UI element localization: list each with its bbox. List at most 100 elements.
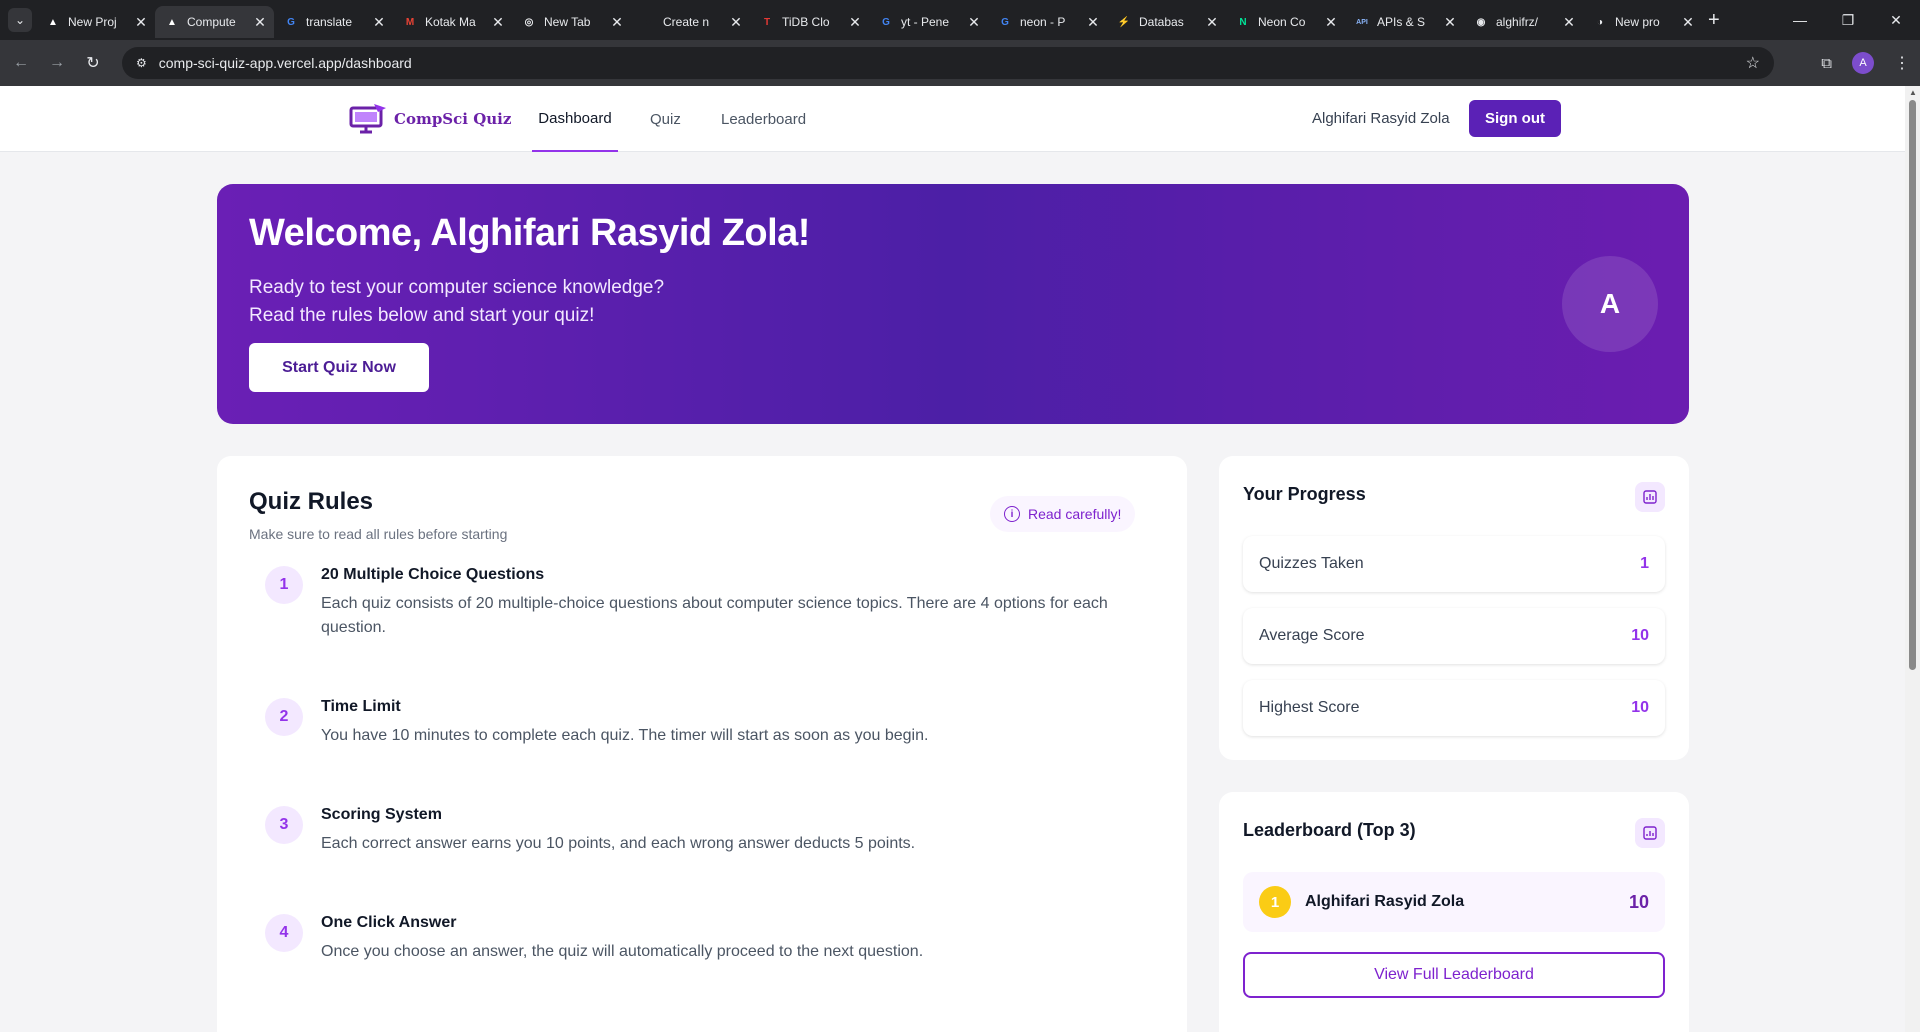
read-carefully-label: Read carefully!	[1028, 506, 1122, 522]
tab-close-icon[interactable]: ✕	[1680, 14, 1696, 31]
leaderboard-score: 10	[1628, 891, 1649, 912]
site-info-icon[interactable]: ⚙	[136, 56, 147, 70]
tab-close-icon[interactable]: ✕	[490, 14, 506, 31]
tab-favicon-icon: ◑	[1596, 16, 1604, 28]
rule-number: 2	[265, 698, 303, 736]
stat-highest-score: Highest Score 10	[1243, 680, 1665, 736]
rule-description: Each correct answer earns you 10 points,…	[321, 835, 916, 852]
page-scrollbar[interactable]: ▲	[1905, 86, 1920, 1032]
tab-favicon-icon: ●	[644, 16, 652, 28]
back-icon[interactable]: ←	[6, 54, 36, 72]
tab-list: ▲ New Proj ✕ ▲ Compute ✕ Gtranslate ✕ M Kotak Ma ✕…	[36, 2, 1702, 38]
tab-favicon-icon: API	[1356, 18, 1368, 26]
browser-tab[interactable]: ◑ New pro ✕	[1583, 6, 1702, 38]
browser-tab[interactable]: Gneon - P ✕	[988, 6, 1107, 38]
page-viewport: CompSci Quiz Dashboard Quiz Leaderboard …	[0, 86, 1905, 1032]
tab-favicon-icon: M	[405, 16, 415, 28]
tab-close-icon[interactable]: ✕	[1085, 14, 1101, 31]
tab-close-icon[interactable]: ✕	[1561, 14, 1577, 31]
browser-menu-icon[interactable]: ⋮	[1894, 53, 1910, 73]
header-user-name: Alghifari Rasyid Zola	[1312, 110, 1450, 127]
tab-title: TiDB Clo	[782, 15, 830, 29]
tab-close-icon[interactable]: ✕	[1323, 14, 1339, 31]
leaderboard-entry: 1 Alghifari Rasyid Zola 10	[1243, 872, 1665, 932]
tab-title: Create n	[663, 15, 710, 29]
tab-favicon-icon: G	[287, 16, 295, 28]
browser-tab[interactable]: N Neon Co ✕	[1226, 6, 1345, 38]
welcome-title: Welcome, Alghifari Rasyid Zola!	[249, 212, 810, 254]
browser-tab[interactable]: ● Create n ✕	[631, 6, 750, 38]
browser-tab[interactable]: Gyt - Pene ✕	[869, 6, 988, 38]
browser-tab[interactable]: ▲ Compute ✕	[155, 6, 274, 38]
stat-value: 1	[1640, 555, 1649, 572]
restore-icon[interactable]: ❐	[1824, 12, 1872, 29]
tab-favicon-icon: N	[1239, 16, 1247, 28]
tab-close-icon[interactable]: ✕	[1442, 14, 1458, 31]
tab-favicon-icon: ▲	[167, 16, 177, 28]
bookmark-star-icon[interactable]: ☆	[1746, 53, 1760, 73]
tab-close-icon[interactable]: ✕	[371, 14, 387, 31]
tab-close-icon[interactable]: ✕	[847, 14, 863, 31]
tab-title: Compute	[187, 15, 236, 29]
rule-title: Scoring System	[321, 806, 442, 823]
nav-dashboard[interactable]: Dashboard	[532, 86, 618, 152]
browser-tab[interactable]: ⚡ Databas ✕	[1107, 6, 1226, 38]
tab-title: alghifrz/	[1496, 15, 1539, 29]
browser-tab[interactable]: T TiDB Clo ✕	[750, 6, 869, 38]
profile-avatar[interactable]: A	[1852, 52, 1874, 74]
quiz-rules-title: Quiz Rules	[249, 488, 374, 515]
progress-title: Your Progress	[1243, 484, 1366, 504]
scrollbar-thumb[interactable]	[1909, 100, 1916, 670]
monitor-logo-icon	[349, 104, 386, 134]
stat-value: 10	[1631, 699, 1649, 716]
tab-favicon-icon: ◉	[1476, 16, 1486, 28]
tab-favicon-icon: ◎	[524, 16, 534, 28]
tab-title: New Proj	[68, 15, 117, 29]
stat-label: Quizzes Taken	[1259, 555, 1364, 572]
tab-close-icon[interactable]: ✕	[133, 14, 149, 31]
app-header: CompSci Quiz Dashboard Quiz Leaderboard …	[0, 86, 1905, 152]
start-quiz-button[interactable]: Start Quiz Now	[249, 343, 429, 392]
tab-close-icon[interactable]: ✕	[1204, 14, 1220, 31]
tab-close-icon[interactable]: ✕	[728, 14, 744, 31]
scroll-up-icon[interactable]: ▲	[1909, 88, 1917, 97]
sign-out-button[interactable]: Sign out	[1469, 100, 1561, 137]
tab-close-icon[interactable]: ✕	[609, 14, 625, 31]
browser-tab[interactable]: M Kotak Ma ✕	[393, 6, 512, 38]
tab-close-icon[interactable]: ✕	[252, 14, 268, 31]
browser-tab[interactable]: API APIs & S ✕	[1345, 6, 1464, 38]
nav-leaderboard[interactable]: Leaderboard	[721, 86, 806, 152]
rule-number: 3	[265, 806, 303, 844]
bar-chart-icon	[1635, 482, 1665, 512]
close-window-icon[interactable]: ✕	[1872, 12, 1920, 29]
rule-description: You have 10 minutes to complete each qui…	[321, 727, 929, 744]
rule-title: One Click Answer	[321, 914, 457, 931]
forward-icon[interactable]: →	[42, 54, 72, 72]
address-bar[interactable]: ⚙ comp-sci-quiz-app.vercel.app/dashboard…	[122, 47, 1774, 79]
tab-close-icon[interactable]: ✕	[966, 14, 982, 31]
app-logo[interactable]: CompSci Quiz	[348, 102, 511, 136]
browser-tab-strip: ⌄ ▲ New Proj ✕ ▲ Compute ✕ Gtranslate ✕ M Kotak M…	[0, 0, 1920, 40]
browser-tab[interactable]: Gtranslate ✕	[274, 6, 393, 38]
logo-text: CompSci Quiz	[394, 110, 512, 128]
nav-quiz[interactable]: Quiz	[650, 86, 681, 152]
minimize-icon[interactable]: —	[1776, 12, 1824, 28]
tab-title: APIs & S	[1377, 15, 1426, 29]
rule-description: Each quiz consists of 20 multiple-choice…	[321, 595, 1108, 636]
extensions-icon[interactable]: ⧉	[1821, 55, 1832, 72]
browser-tab[interactable]: ▲ New Proj ✕	[36, 6, 155, 38]
tab-favicon-icon: G	[882, 16, 890, 28]
read-carefully-badge: i Read carefully!	[990, 496, 1136, 532]
view-full-leaderboard-button[interactable]: View Full Leaderboard	[1243, 952, 1665, 998]
new-tab-button[interactable]: +	[1708, 9, 1720, 32]
toolbar-actions: ⧉ A ⋮	[1821, 40, 1910, 86]
reload-icon[interactable]: ↻	[78, 53, 108, 73]
url-text: comp-sci-quiz-app.vercel.app/dashboard	[158, 55, 412, 71]
tab-title: yt - Pene	[901, 15, 950, 29]
tab-search-button[interactable]: ⌄	[8, 8, 32, 32]
tab-title: translate	[306, 15, 353, 29]
browser-tab[interactable]: ◎ New Tab ✕	[512, 6, 631, 38]
leaderboard-player-name: Alghifari Rasyid Zola	[1305, 893, 1465, 910]
browser-tab[interactable]: ◉ alghifrz/ ✕	[1464, 6, 1583, 38]
tab-favicon-icon: T	[763, 16, 771, 28]
